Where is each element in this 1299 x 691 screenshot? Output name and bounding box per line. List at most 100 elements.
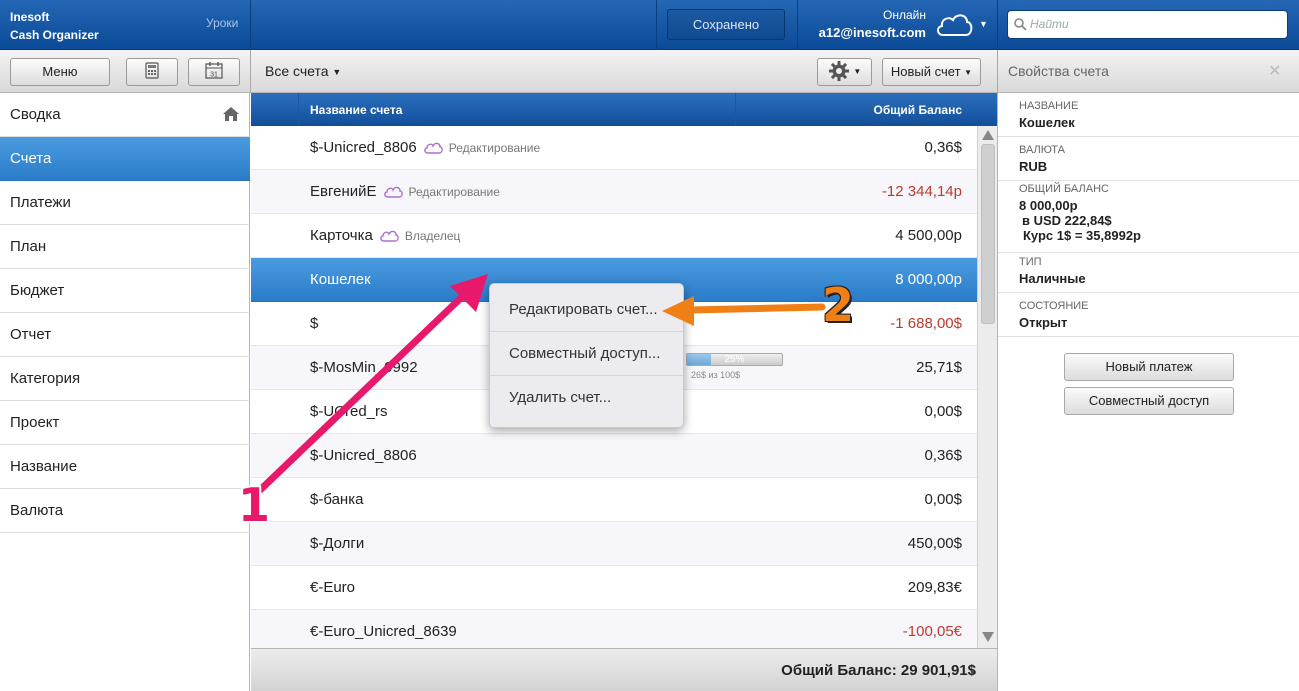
total-balance[interactable]: Общий Баланс: 29 901,91$: [781, 662, 976, 679]
shared-access-button[interactable]: Совместный доступ: [1064, 387, 1234, 415]
account-name: $: [310, 315, 318, 332]
account-name: $-Долги: [310, 535, 364, 552]
menu-item-shared-access[interactable]: Совместный доступ...: [490, 332, 683, 376]
menu-button[interactable]: Меню: [10, 58, 110, 86]
account-name-text: Кошелек: [310, 271, 371, 288]
account-balance: 0,00$: [924, 491, 962, 508]
cloud-sync-icon: [423, 141, 443, 159]
saved-button[interactable]: Сохранено: [667, 9, 785, 40]
sidebar-item-plan[interactable]: План: [0, 225, 250, 269]
prop-type: ТИП Наличные: [998, 253, 1299, 293]
brand-line1: Inesoft: [10, 10, 50, 24]
account-email[interactable]: a12@inesoft.com: [800, 25, 926, 40]
chevron-down-icon: ▼: [332, 67, 342, 77]
account-balance: 25,71$: [916, 359, 962, 376]
online-status: Онлайн: [883, 8, 926, 22]
account-balance: 209,83€: [907, 579, 962, 596]
account-balance: 0,36$: [924, 447, 962, 464]
brand-line2: Cash Organizer: [10, 28, 99, 42]
table-row[interactable]: $-Долги 450,00$: [251, 522, 977, 566]
account-name: €-Euro: [310, 579, 355, 596]
new-payment-button[interactable]: Новый платеж: [1064, 353, 1234, 381]
scroll-up-arrow[interactable]: [982, 130, 994, 140]
calendar-button[interactable]: 31: [188, 58, 240, 86]
menu-item-delete-account[interactable]: Удалить счет...: [490, 376, 683, 420]
settings-button[interactable]: ▼: [817, 58, 872, 86]
calculator-button[interactable]: [126, 58, 178, 86]
table-row[interactable]: $-банка 0,00$: [251, 478, 977, 522]
prop-name: НАЗВАНИЕ Кошелек: [998, 93, 1299, 137]
table-scrollbar[interactable]: [977, 126, 997, 648]
account-name: $-банка: [310, 491, 363, 508]
prop-label: ТИП: [1019, 256, 1042, 268]
table-row[interactable]: $-Unicred_8806 0,36$: [251, 434, 977, 478]
prop-value: Наличные: [1019, 271, 1086, 286]
search-placeholder: Найти: [1030, 17, 1069, 31]
toolbar-divider: [250, 50, 251, 93]
account-balance: 0,00$: [924, 403, 962, 420]
lessons-link[interactable]: Уроки: [206, 16, 238, 30]
sidebar-item-payee[interactable]: Название: [0, 445, 250, 489]
account-name-text: €-Euro_Unicred_8639: [310, 623, 457, 640]
prop-label: НАЗВАНИЕ: [1019, 100, 1079, 112]
header-divider: [797, 0, 798, 50]
table-row[interactable]: ЕвгенийЕ Редактирование -12 344,14р: [251, 170, 977, 214]
annotation-marker-1: 1: [238, 478, 271, 532]
account-name: $-Unicred_8806 Редактирование: [310, 139, 540, 159]
sidebar-item-label: Сводка: [10, 106, 61, 123]
sidebar-item-summary[interactable]: Сводка: [0, 93, 250, 137]
account-name-text: $-Долги: [310, 535, 365, 552]
account-balance: -1 688,00$: [890, 315, 962, 332]
header-divider: [250, 0, 251, 50]
scroll-down-arrow[interactable]: [982, 632, 994, 642]
account-name-text: $-UCred_rs: [310, 403, 388, 420]
sidebar-item-budget[interactable]: Бюджет: [0, 269, 250, 313]
account-access-status: Редактирование: [408, 185, 500, 199]
prop-value: Открыт: [1019, 315, 1068, 330]
new-account-button[interactable]: Новый счет ▼: [882, 58, 981, 86]
header-divider: [735, 93, 736, 126]
account-name: Кошелек: [310, 271, 371, 288]
sidebar-item-payments[interactable]: Платежи: [0, 181, 250, 225]
account-name-text: $-MosMin_0992: [310, 359, 418, 376]
account-name-text: $: [310, 315, 319, 332]
account-name-text: €-Euro: [310, 579, 356, 596]
app-brand: Inesoft Cash Organizer: [10, 8, 99, 44]
app-header: Inesoft Cash Organizer Уроки Сохранено О…: [0, 0, 1299, 50]
table-row[interactable]: $-Unicred_8806 Редактирование 0,36$: [251, 126, 977, 170]
toolbar: Меню 31 Все счета ▼ ▼ Новый счет ▼ Свойс…: [0, 50, 1299, 93]
home-icon: [223, 107, 239, 121]
chevron-down-icon[interactable]: ▼: [979, 19, 988, 29]
search-input[interactable]: Найти: [1007, 10, 1288, 39]
account-balance: -100,05€: [902, 623, 962, 640]
account-context-menu: Редактировать счет... Совместный доступ.…: [489, 283, 684, 428]
sidebar-item-report[interactable]: Отчет: [0, 313, 250, 357]
account-name-text: Карточка: [310, 227, 373, 244]
total-balance-bar: Общий Баланс: 29 901,91$ ▼: [251, 648, 997, 691]
table-row[interactable]: €-Euro 209,83€: [251, 566, 977, 610]
search-icon: [1014, 18, 1027, 36]
sidebar-item-category[interactable]: Категория: [0, 357, 250, 401]
table-row[interactable]: Карточка Владелец 4 500,00р: [251, 214, 977, 258]
accounts-filter-dropdown[interactable]: Все счета ▼: [265, 63, 341, 79]
calculator-icon: [145, 62, 159, 79]
progress-caption: 26$ из 100$: [691, 370, 741, 380]
account-name: $-UCred_rs: [310, 403, 388, 420]
sidebar-item-currency[interactable]: Валюта: [0, 489, 250, 533]
account-name: Карточка Владелец: [310, 227, 460, 247]
close-icon[interactable]: ✕: [1268, 61, 1281, 81]
scrollbar-thumb[interactable]: [981, 144, 995, 324]
column-header-name[interactable]: Название счета: [310, 103, 402, 117]
account-properties-panel: НАЗВАНИЕ Кошелек ВАЛЮТА RUB ОБЩИЙ БАЛАНС…: [997, 93, 1299, 691]
prop-label: ОБЩИЙ БАЛАНС: [1019, 183, 1109, 195]
prop-value-usd: в USD 222,84$: [1022, 213, 1112, 228]
account-name: ЕвгенийЕ Редактирование: [310, 183, 500, 203]
menu-item-edit-account[interactable]: Редактировать счет...: [490, 288, 683, 332]
account-progress-bar: 25%: [686, 353, 783, 366]
column-header-balance[interactable]: Общий Баланс: [874, 103, 962, 117]
cloud-icon[interactable]: [934, 10, 974, 43]
chevron-down-icon[interactable]: ▼: [968, 667, 977, 677]
sidebar-item-accounts[interactable]: Счета: [0, 137, 250, 181]
sidebar-item-project[interactable]: Проект: [0, 401, 250, 445]
account-name-text: ЕвгенийЕ: [310, 183, 377, 200]
